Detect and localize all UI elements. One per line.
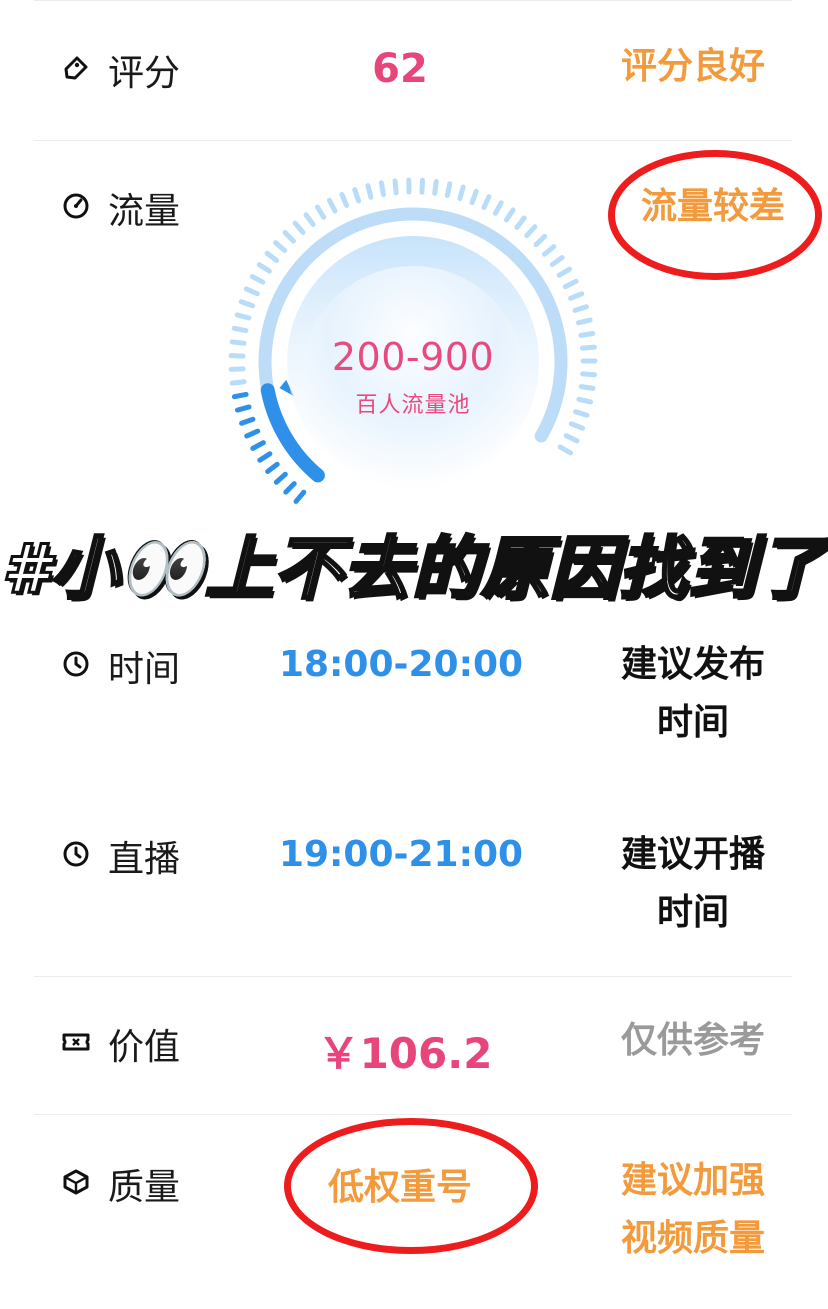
red-circle-annotation	[608, 150, 822, 280]
time-label: 时间	[108, 649, 181, 690]
divider	[34, 140, 792, 141]
gauge-tick	[243, 286, 260, 297]
divider	[34, 976, 792, 977]
gauge-icon	[63, 193, 89, 219]
gauge-tick	[238, 299, 256, 309]
gauge-tick	[557, 444, 574, 456]
ticket-icon	[62, 1033, 90, 1051]
gauge-tick	[572, 304, 589, 313]
gauge-tick	[239, 416, 256, 426]
gauge-tick	[568, 291, 585, 301]
gauge-tick	[256, 262, 272, 274]
gauge-range-caption: 百人流量池	[355, 393, 471, 418]
cube-icon	[63, 1169, 89, 1195]
gauge-tick	[563, 433, 580, 444]
gauge-tick	[524, 224, 538, 239]
gauge-tick	[292, 220, 306, 235]
clock-icon	[63, 651, 89, 677]
gauge-tick	[250, 440, 266, 451]
value-amount: ￥106.2	[317, 1029, 493, 1078]
gauge-tick	[481, 194, 492, 211]
live-label: 直播	[108, 839, 181, 880]
score-label: 评分	[108, 53, 181, 94]
gauge-tick	[265, 461, 280, 475]
gauge-tick	[229, 379, 247, 386]
clock-icon	[63, 841, 89, 867]
quality-label: 质量	[108, 1167, 181, 1208]
gauge-tick	[303, 212, 316, 227]
gauge-tick	[249, 274, 266, 285]
score-status: 评分良好	[620, 46, 765, 87]
gauge-tick	[282, 230, 296, 244]
gauge-tick	[457, 184, 466, 202]
gauge-tick	[562, 278, 579, 290]
overlay-caption: #小👀上不去的原因找到了	[1, 529, 827, 611]
gauge-tick	[283, 481, 297, 495]
gauge-tick	[257, 451, 273, 463]
traffic-label: 流量	[108, 191, 181, 232]
gauge-tick	[365, 183, 374, 200]
gauge-tick	[568, 421, 586, 431]
gauge-tick	[469, 188, 479, 206]
divider	[34, 1114, 792, 1115]
gauge-tick	[378, 180, 386, 198]
live-value: 19:00-21:00	[278, 834, 524, 875]
gauge-tick	[533, 233, 548, 248]
gauge-tick	[492, 200, 504, 216]
gauge-tick	[541, 244, 557, 257]
gauge-tick	[419, 177, 426, 195]
gauge-tick	[352, 187, 362, 204]
gauge-tick	[293, 489, 307, 504]
gauge-tick	[503, 207, 516, 223]
time-value: 18:00-20:00	[278, 644, 524, 685]
live-status: 建议开播时间	[620, 834, 765, 933]
gauge-range-value: 200-900	[331, 335, 495, 379]
gauge-tick	[432, 178, 439, 196]
gauge-tick	[314, 204, 327, 220]
gauge-tick	[326, 197, 338, 214]
gauge-tick	[514, 215, 527, 230]
gauge-tick	[273, 471, 288, 485]
gauge-tick	[231, 325, 249, 334]
gauge-tick	[264, 250, 280, 263]
gauge-tick	[556, 266, 573, 278]
divider	[34, 0, 792, 1]
gauge-tick	[273, 240, 288, 253]
gauge-tick	[339, 191, 350, 209]
gauge-tick	[392, 178, 399, 196]
red-circle-annotation	[284, 1118, 538, 1254]
gauge-tick	[244, 428, 261, 439]
score-value: 62	[372, 46, 428, 92]
time-status: 建议发布时间	[620, 644, 765, 743]
value-label: 价值	[108, 1027, 181, 1068]
gauge-tick	[234, 312, 252, 321]
quality-status: 建议加强视频质量	[620, 1160, 765, 1259]
value-status: 仅供参考	[620, 1020, 765, 1061]
gauge-tick	[575, 317, 593, 326]
tag-icon	[64, 56, 88, 80]
gauge-tick	[549, 255, 565, 267]
gauge-tick	[444, 181, 453, 199]
